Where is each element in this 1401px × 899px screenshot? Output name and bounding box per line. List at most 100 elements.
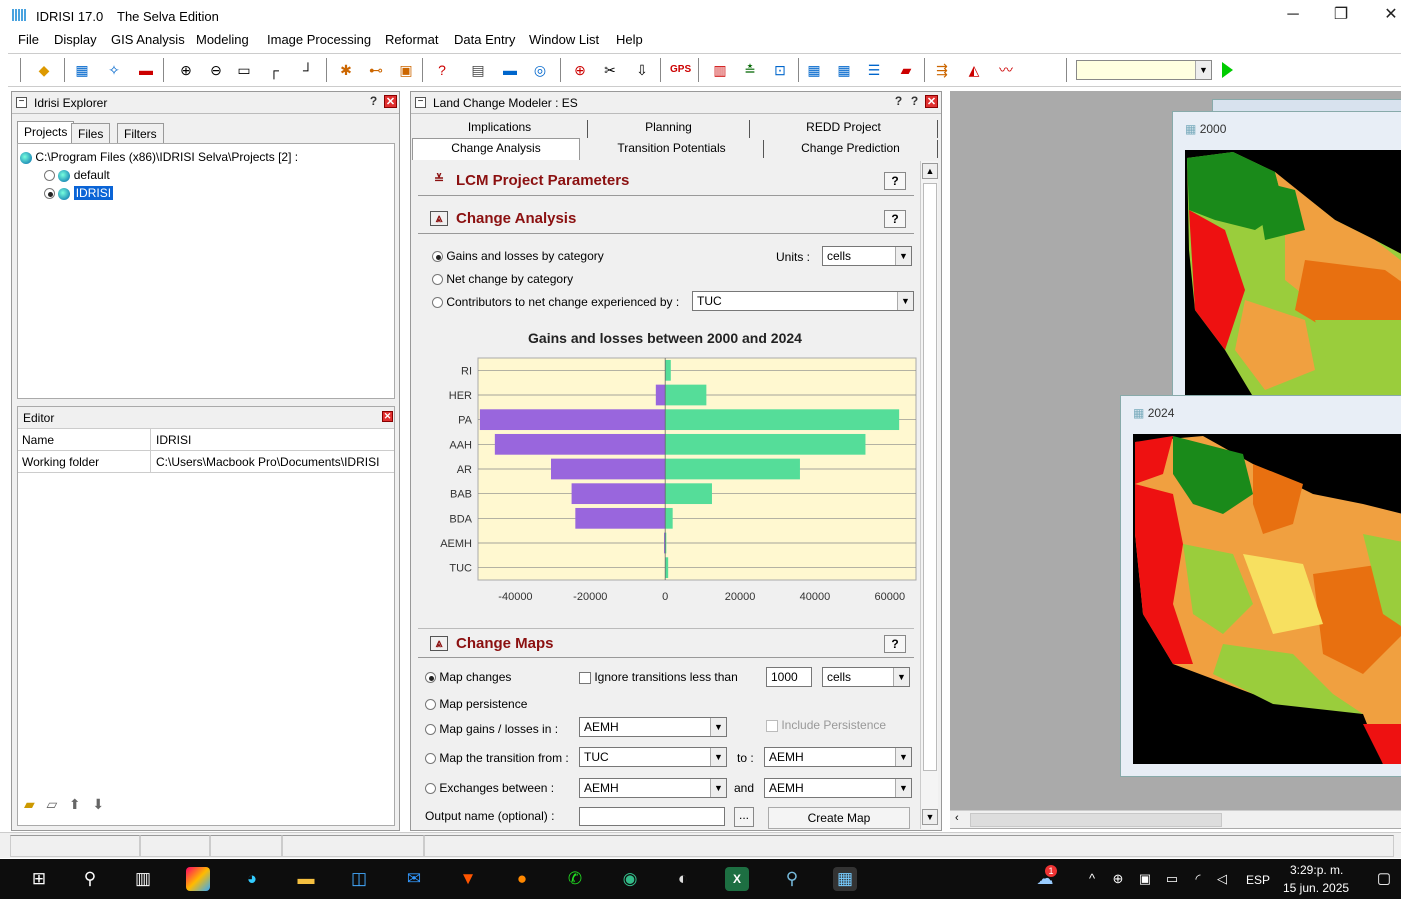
editor-row-name[interactable]: Name IDRISI: [18, 429, 394, 451]
gps-icon[interactable]: GPS: [670, 61, 691, 79]
grid-icon[interactable]: ▦: [804, 61, 824, 79]
move-down-icon[interactable]: ⬇: [92, 796, 104, 812]
import-icon[interactable]: ⊡: [770, 61, 790, 79]
chevron-down-icon[interactable]: ▼: [710, 718, 726, 736]
menu-gis-analysis[interactable]: GIS Analysis: [111, 32, 185, 47]
workspace-horizontal-scrollbar[interactable]: ‹: [950, 810, 1401, 828]
section-change-maps[interactable]: ⩓ Change Maps ?: [418, 628, 914, 658]
play-icon[interactable]: [1222, 62, 1233, 78]
section-change-analysis[interactable]: ⩓ Change Analysis ?: [418, 204, 914, 234]
brave-icon[interactable]: ▼: [456, 867, 480, 891]
window-icon[interactable]: ▭: [234, 61, 254, 79]
menu-data-entry[interactable]: Data Entry: [454, 32, 515, 47]
stats-icon[interactable]: ≛: [740, 61, 760, 79]
menu-help[interactable]: Help: [616, 32, 643, 47]
create-map-button[interactable]: Create Map: [768, 807, 910, 829]
tab-filters[interactable]: Filters: [117, 123, 164, 145]
option-exchanges[interactable]: Exchanges between :: [425, 781, 554, 795]
app-icon[interactable]: ◐: [671, 867, 695, 891]
language-indicator[interactable]: ESP: [1246, 873, 1270, 887]
mail-icon[interactable]: ✉: [402, 867, 426, 891]
zoom-out-icon[interactable]: ⊖: [206, 61, 226, 79]
browse-button[interactable]: ...: [734, 807, 754, 827]
map-2024-image[interactable]: [1133, 434, 1401, 764]
macro-icon[interactable]: ✱: [336, 61, 356, 79]
close-icon[interactable]: ✕: [384, 95, 397, 108]
option-gains-losses[interactable]: Gains and losses by category: [432, 249, 604, 263]
bar-icon[interactable]: ▬: [500, 61, 520, 79]
clock-time[interactable]: 3:29:p. m.: [1290, 863, 1343, 877]
gains-select[interactable]: AEMH ▼: [579, 717, 727, 737]
radio-button[interactable]: [425, 672, 436, 684]
minimize-icon[interactable]: ─: [1270, 4, 1316, 26]
edge-icon[interactable]: ◕: [240, 867, 264, 891]
menu-file[interactable]: File: [18, 32, 39, 47]
tree-item-idrisi[interactable]: IDRISI: [44, 186, 114, 200]
include-persistence-checkbox[interactable]: Include Persistence: [766, 718, 886, 732]
tree-item-default[interactable]: default: [44, 168, 110, 182]
zoom-in-icon[interactable]: ⊕: [176, 61, 196, 79]
menu-window-list[interactable]: Window List: [529, 32, 599, 47]
transfer-icon[interactable]: ⇶: [932, 61, 952, 79]
new-folder-icon[interactable]: ▰: [24, 796, 35, 812]
trend-icon[interactable]: 〰: [996, 61, 1016, 79]
file-explorer-icon[interactable]: ▬: [294, 867, 318, 891]
output-name-input[interactable]: [579, 807, 725, 826]
section-project-parameters[interactable]: ≚ LCM Project Parameters ?: [418, 166, 914, 196]
editor-row-working-folder[interactable]: Working folder C:\Users\Macbook Pro\Docu…: [18, 451, 394, 473]
circle-icon[interactable]: ◎: [530, 61, 550, 79]
radio-button[interactable]: [432, 251, 443, 263]
transition-from-select[interactable]: TUC ▼: [579, 747, 727, 767]
remove-folder-icon[interactable]: ▱: [46, 796, 57, 812]
menu-reformat[interactable]: Reformat: [385, 32, 438, 47]
windows-start-icon[interactable]: ⊞: [27, 867, 51, 891]
radio-button[interactable]: [425, 783, 436, 795]
tab-implications[interactable]: Implications: [412, 120, 588, 138]
contributors-select[interactable]: TUC ▼: [692, 291, 914, 311]
option-map-changes[interactable]: Map changes: [425, 670, 511, 684]
display-map-icon[interactable]: ▦: [72, 61, 92, 79]
map-window-2024[interactable]: ▦ 2024: [1120, 395, 1401, 777]
transition-to-select[interactable]: AEMH ▼: [764, 747, 912, 767]
help-button[interactable]: ?: [884, 210, 906, 228]
store-icon[interactable]: ◫: [347, 867, 371, 891]
scroll-up-icon[interactable]: ▲: [922, 163, 938, 179]
collapse-icon[interactable]: −: [16, 97, 27, 108]
chrome-icon[interactable]: ◉: [618, 867, 642, 891]
chevron-down-icon[interactable]: ▼: [710, 779, 726, 797]
battery-icon[interactable]: ▭: [1160, 867, 1184, 891]
crosshair-icon[interactable]: ⊕: [570, 61, 590, 79]
corner2-icon[interactable]: ┘: [298, 61, 318, 79]
close-icon[interactable]: ✕: [382, 411, 393, 422]
chevron-down-icon[interactable]: ▼: [893, 668, 909, 686]
menu-modeling[interactable]: Modeling: [196, 32, 249, 47]
eraser-icon[interactable]: ▰: [896, 61, 916, 79]
scroll-down-icon[interactable]: ▼: [922, 809, 938, 825]
search-icon[interactable]: ⚲: [78, 867, 102, 891]
help-button[interactable]: ?: [884, 635, 906, 653]
query-icon[interactable]: ?: [432, 61, 452, 79]
tree-root[interactable]: C:\Program Files (x86)\IDRISI Selva\Proj…: [20, 150, 298, 164]
whatsapp-icon[interactable]: ✆: [563, 867, 587, 891]
database-icon[interactable]: ▣: [396, 61, 416, 79]
option-map-persistence[interactable]: Map persistence: [425, 697, 527, 711]
help-icon[interactable]: ?: [367, 95, 380, 108]
menu-image-processing[interactable]: Image Processing: [267, 32, 371, 47]
move-up-icon[interactable]: ⬆: [69, 796, 81, 812]
project-icon[interactable]: ◆: [34, 61, 54, 79]
radio-idrisi[interactable]: [44, 188, 55, 200]
chevron-down-icon[interactable]: ▼: [895, 748, 911, 766]
tab-transition-potentials[interactable]: Transition Potentials: [580, 140, 764, 158]
composer-icon[interactable]: ✧: [104, 61, 124, 79]
corner-icon[interactable]: ┌: [264, 61, 284, 79]
collapse-section-icon[interactable]: ⩓: [430, 211, 448, 226]
radio-button[interactable]: [432, 274, 443, 286]
layer-icon[interactable]: ▬: [136, 61, 156, 79]
help-icon[interactable]: ?: [892, 95, 905, 108]
expand-icon[interactable]: ≚: [430, 173, 448, 188]
tab-files[interactable]: Files: [71, 123, 111, 145]
ignore-threshold-input[interactable]: 1000: [766, 667, 812, 687]
radio-button[interactable]: [425, 699, 436, 711]
units-select[interactable]: cells ▼: [822, 246, 912, 266]
option-contributors[interactable]: Contributors to net change experienced b…: [432, 295, 679, 309]
